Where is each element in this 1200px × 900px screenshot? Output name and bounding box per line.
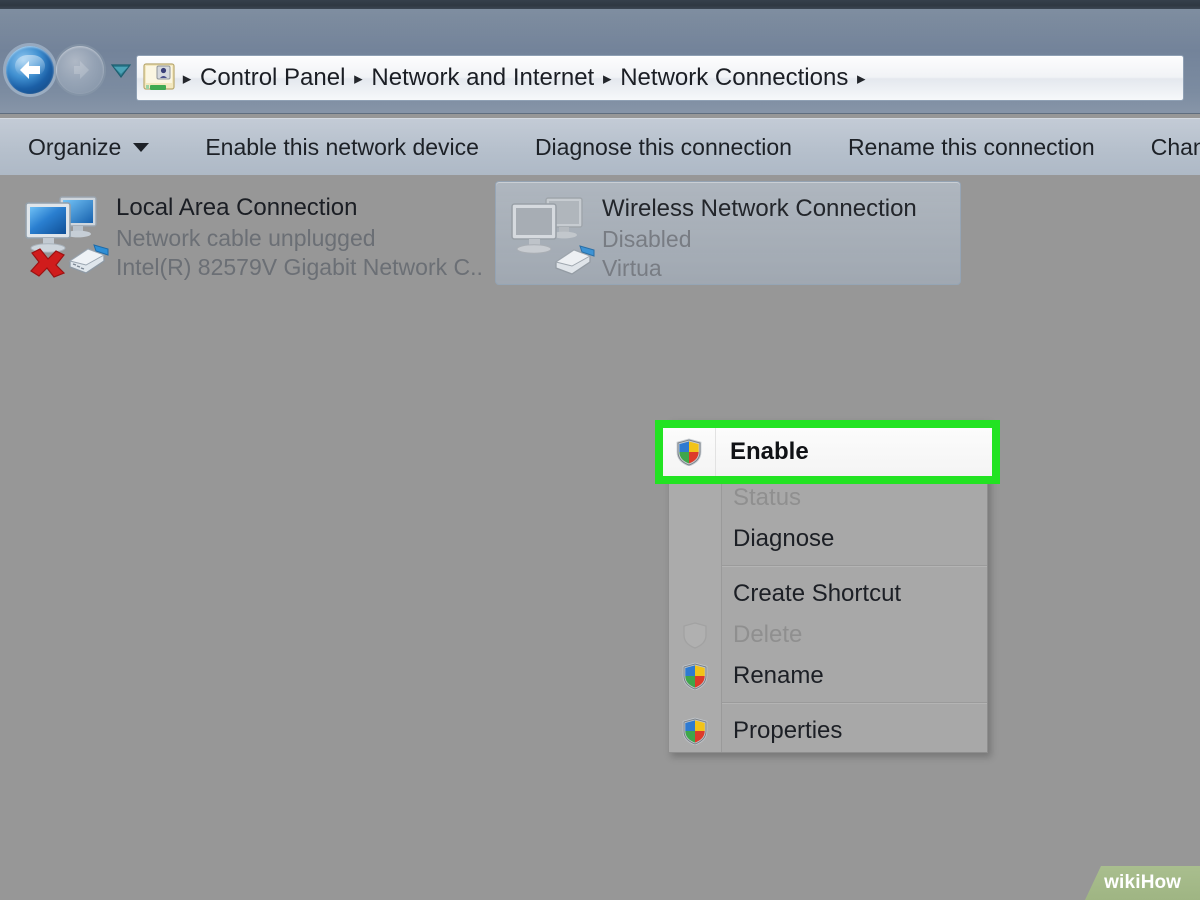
menu-icon-slot	[669, 614, 721, 655]
network-adapter-unplugged-icon	[25, 196, 109, 278]
menu-item-label: Rename	[733, 661, 824, 689]
breadcrumb-network-and-internet[interactable]: Network and Internet	[369, 64, 596, 92]
menu-item-label: Status	[733, 483, 802, 511]
toolbar-organize-label: Organize	[28, 133, 122, 160]
connection-name: Local Area Connection	[116, 194, 358, 221]
back-button[interactable]	[6, 46, 54, 94]
menu-separator	[721, 702, 987, 704]
menu-item-rename[interactable]: Rename	[669, 655, 987, 696]
menu-item-properties[interactable]: Properties	[669, 710, 987, 751]
menu-item-label: Create Shortcut	[733, 579, 902, 607]
connection-text-block: Wireless Network Connection Disabled Vir…	[602, 188, 917, 284]
uac-shield-icon	[676, 438, 702, 466]
address-bar[interactable]: ▸ Control Panel ▸ Network and Internet ▸…	[136, 55, 1184, 101]
breadcrumb-control-panel[interactable]: Control Panel	[198, 64, 347, 92]
back-arrow-icon	[20, 61, 40, 79]
menu-item-label: Diagnose	[733, 524, 835, 552]
uac-shield-icon	[682, 662, 708, 690]
uac-shield-icon	[682, 717, 708, 745]
menu-item-delete: Delete	[669, 614, 987, 655]
watermark-how-text: How	[1140, 872, 1181, 893]
connection-status: Network cable unplugged	[116, 224, 376, 251]
menu-icon-slot	[669, 655, 721, 696]
uac-shield-icon	[683, 621, 707, 649]
menu-item-enable[interactable]: Enable	[663, 428, 992, 476]
breadcrumb-separator: ▸	[354, 68, 363, 88]
toolbar-enable-device-button[interactable]: Enable this network device	[191, 126, 493, 168]
forward-arrow-icon	[74, 61, 89, 79]
menu-icon-slot	[669, 518, 721, 559]
chevron-down-icon	[133, 142, 150, 152]
toolbar-diagnose-connection-button[interactable]: Diagnose this connection	[521, 126, 806, 168]
control-panel-network-icon	[143, 63, 175, 90]
wikihow-watermark: wiki How	[1085, 866, 1200, 900]
connection-device: Virtua	[602, 255, 662, 282]
menu-item-diagnose[interactable]: Diagnose	[669, 518, 987, 559]
menu-icon-slot	[669, 573, 721, 614]
breadcrumb-separator: ▸	[602, 68, 612, 88]
toolbar-organize-button[interactable]: Organize	[0, 126, 163, 168]
menu-icon-slot	[669, 710, 721, 751]
menu-item-create-shortcut[interactable]: Create Shortcut	[669, 573, 987, 614]
forward-button	[56, 46, 104, 94]
breadcrumb: ▸ Control Panel ▸ Network and Internet ▸…	[176, 56, 1183, 100]
network-adapter-disabled-icon	[511, 197, 595, 275]
connection-name: Wireless Network Connection	[602, 195, 917, 222]
connection-device: Intel(R) 82579V Gigabit Network C...	[116, 254, 482, 281]
breadcrumb-network-connections[interactable]: Network Connections	[618, 64, 850, 92]
connection-status: Disabled	[602, 225, 692, 252]
connection-item-local-area[interactable]: Local Area Connection Network cable unpl…	[10, 181, 490, 285]
menu-item-label: Delete	[733, 620, 803, 648]
window-title-bar	[0, 0, 1200, 9]
menu-icon-slot	[663, 428, 716, 476]
menu-item-label: Properties	[733, 716, 843, 744]
toolbar: Organize Enable this network device Diag…	[0, 118, 1200, 176]
error-x-icon	[30, 248, 66, 278]
recent-pages-button[interactable]	[110, 61, 132, 81]
toolbar-rename-connection-button[interactable]: Rename this connection	[834, 126, 1109, 168]
breadcrumb-separator: ▸	[182, 68, 192, 88]
rj45-plug-icon	[554, 245, 595, 275]
menu-item-label: Enable	[730, 438, 809, 465]
toolbar-change-settings-button[interactable]: Change s	[1137, 126, 1200, 168]
rj45-plug-icon	[68, 244, 109, 274]
watermark-wiki-text: wiki	[1104, 872, 1141, 893]
connection-item-wireless[interactable]: Wireless Network Connection Disabled Vir…	[495, 181, 961, 285]
breadcrumb-separator[interactable]: ▸	[850, 70, 872, 87]
chevron-down-icon	[110, 64, 132, 78]
connections-list: Local Area Connection Network cable unpl…	[0, 175, 1200, 900]
menu-separator	[721, 565, 987, 567]
connection-text-block: Local Area Connection Network cable unpl…	[116, 187, 482, 283]
